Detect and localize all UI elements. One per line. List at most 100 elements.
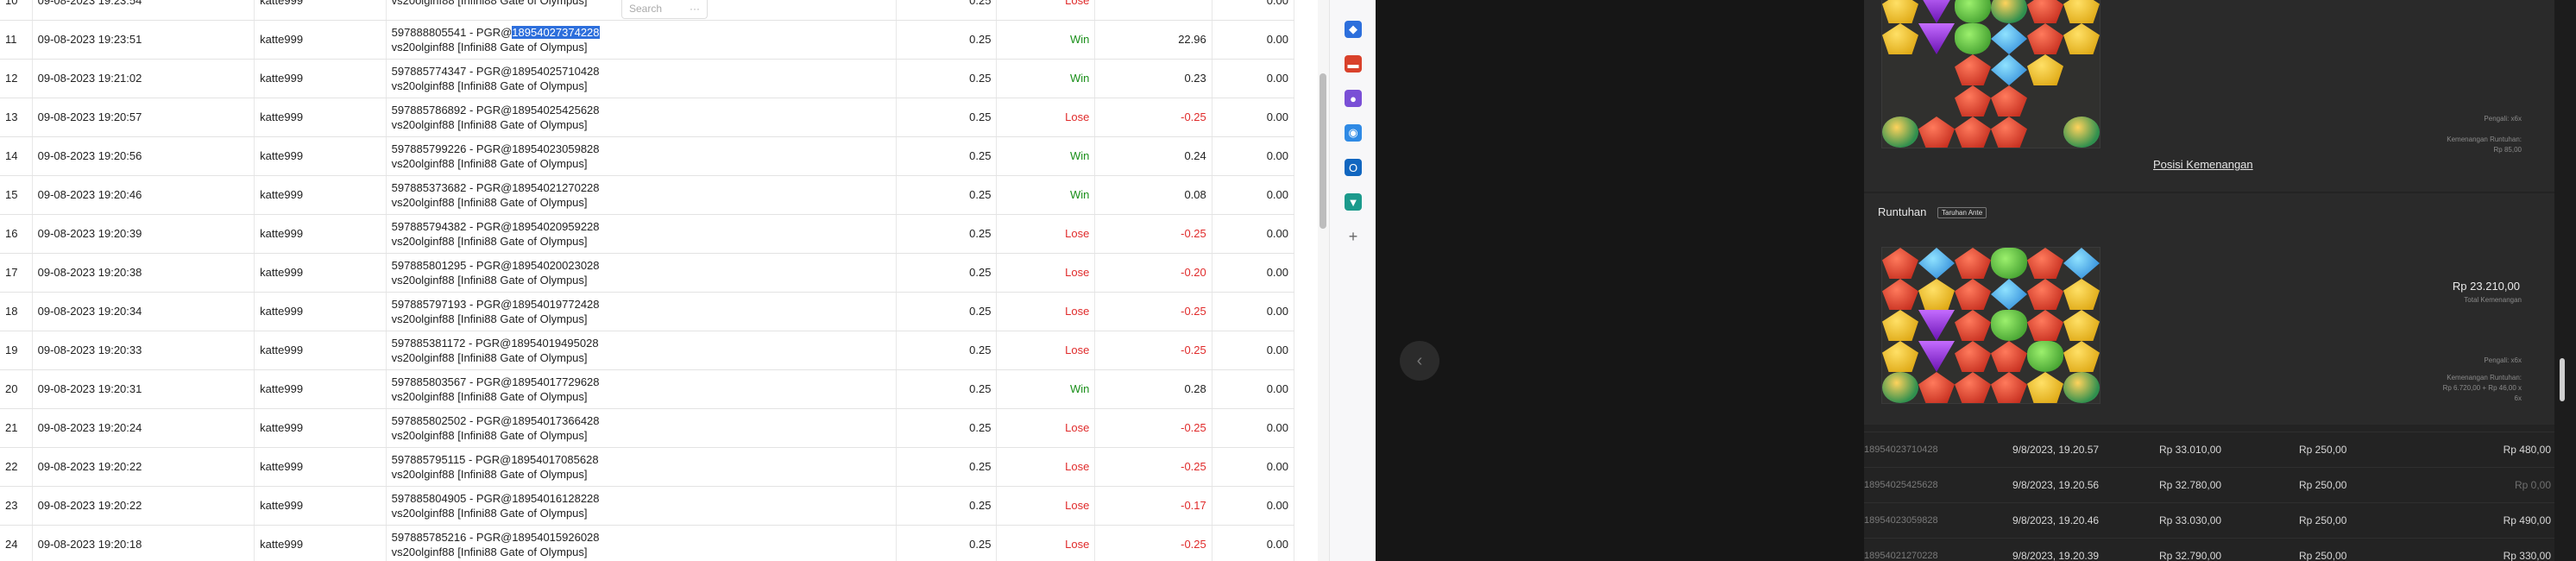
red-gem-icon [1882,279,1918,310]
table-row[interactable]: 20 09-08-2023 19:20:31 katte999 59788580356… [0,369,1295,409]
people-icon[interactable]: ● [1345,90,1362,107]
blue-gem-icon [1991,54,2027,85]
username: katte999 [254,98,387,137]
stake: 0.25 [896,408,998,448]
panel-scrollbar-thumb[interactable] [2560,358,2565,401]
jackpot-amount: 0.00 [1212,486,1295,526]
table-row[interactable]: 13 09-08-2023 19:20:57 katte999 59788578689… [0,98,1295,137]
table-row[interactable]: 21 09-08-2023 19:20:24 katte999 59788580250… [0,408,1295,448]
table-row[interactable]: 24 09-08-2023 19:20:18 katte999 59788578521… [0,525,1295,561]
round-id: 18954023710428 [1864,432,2012,468]
bet-description: 597885786892 - PGR@18954025425628 vs20olg… [386,98,898,137]
game-name: vs20olginf88 [Infini88 Gate of Olympus] [391,195,588,209]
bet-description: 597885785216 - PGR@18954015926028 vs20olg… [386,525,898,561]
table-row[interactable]: 23 09-08-2023 19:20:22 katte999 59788580490… [0,486,1295,526]
game-name: vs20olginf88 [Infini88 Gate of Olympus] [391,234,588,248]
table-row[interactable]: 19 09-08-2023 19:20:33 katte999 59788538117… [0,331,1295,370]
table-row[interactable]: 16 09-08-2023 19:20:39 katte999 59788579438… [0,214,1295,254]
game-name: vs20olginf88 [Infini88 Gate of Olympus] [391,389,588,403]
round-id-text: 597885799226 - PGR@18954023059828 [391,142,600,155]
red-gem-icon [2027,0,2063,23]
win-position-link[interactable]: Posisi Kemenangan [2153,158,2253,171]
round-id[interactable]: 597885801295 - PGR@18954020023028 [392,258,891,273]
username: katte999 [254,59,387,98]
search-popup[interactable]: Search ··· [621,0,708,19]
row-number: 20 [0,369,33,409]
round-row[interactable]: 18954023059828 9/8/2023, 19.20.46 Rp 33.03… [1864,502,2554,539]
row-number: 23 [0,486,33,526]
result-badge: Lose [996,253,1096,293]
round-row[interactable]: 18954023710428 9/8/2023, 19.20.57 Rp 33.01… [1864,432,2554,468]
username: katte999 [254,0,387,21]
round-id[interactable]: 597885785216 - PGR@18954015926028 [392,530,891,545]
row-number: 13 [0,98,33,137]
crown-gem-icon [1882,310,1918,341]
jackpot-amount: 0.00 [1212,331,1295,370]
table-row[interactable]: 14 09-08-2023 19:20:56 katte999 59788579922… [0,136,1295,176]
round-id[interactable]: 597885373682 - PGR@18954021270228 [392,180,891,195]
tag-icon[interactable]: ◆ [1345,21,1362,38]
empty-cell [2063,85,2100,117]
round-id-selected[interactable]: 18954027374228 [512,25,600,39]
round-id: 18954023059828 [1864,502,2012,539]
blue-gem-icon [1991,279,2027,310]
username: katte999 [254,369,387,409]
round-id[interactable]: 597885774347 - PGR@18954025710428 [392,64,891,79]
more-icon[interactable]: ··· [690,3,700,16]
copilot-icon[interactable]: ◉ [1345,124,1362,142]
purple-gem-icon [1918,341,1955,372]
cart-icon[interactable]: ▼ [1345,193,1362,211]
bet-datetime: 09-08-2023 19:21:02 [32,59,255,98]
round-id[interactable]: 597885794382 - PGR@18954020959228 [392,219,891,234]
game-name: vs20olginf88 [Infini88 Gate of Olympus] [391,40,588,54]
red-gem-icon [1882,248,1918,279]
round-id[interactable]: 597885799226 - PGR@18954023059828 [392,142,891,156]
win-amount: -0.25 [1094,292,1212,331]
round-id[interactable]: 597885795115 - PGR@18954017085628 [392,452,891,467]
vertical-scrollbar[interactable] [1318,0,1329,561]
bet-datetime: 09-08-2023 19:20:22 [32,447,255,487]
round-id[interactable]: 597885381172 - PGR@18954019495028 [392,336,891,350]
win-amount: -0.25 [1094,331,1212,370]
result-badge: Lose [996,292,1096,331]
username: katte999 [254,214,387,254]
round-id[interactable]: 597885804905 - PGR@18954016128228 [392,491,891,506]
table-row[interactable]: 22 09-08-2023 19:20:22 katte999 59788579511… [0,447,1295,487]
round-balance: Rp 33.030,00 [2159,502,2299,539]
empty-cell [2027,85,2063,117]
round-id[interactable]: 597888805541 - PGR@18954027374228 [392,25,891,40]
round-row[interactable]: 18954021270228 9/8/2023, 19.20.39 Rp 32.79… [1864,538,2554,561]
round-id[interactable]: 597885797193 - PGR@18954019772428 [392,297,891,312]
stake: 0.25 [896,331,998,370]
green-gem-icon [1955,0,1991,23]
round-id[interactable]: 597885802502 - PGR@18954017366428 [392,413,891,428]
crown-gem-icon [2063,279,2100,310]
toolbox-icon[interactable]: ▬ [1345,55,1362,72]
table-row[interactable]: 17 09-08-2023 19:20:38 katte999 59788580129… [0,253,1295,293]
table-row[interactable]: 15 09-08-2023 19:20:46 katte999 59788537368… [0,175,1295,215]
win-amount: 22.96 [1094,20,1212,60]
round-id[interactable]: 597885786892 - PGR@18954025425628 [392,103,891,117]
search-input[interactable]: Search [629,3,662,16]
round-detail-panel: Pengali: x6x Kemenangan Runtuhan: Rp 85,… [1864,0,2554,561]
win-amount [1094,0,1212,21]
round-time: 9/8/2023, 19.20.39 [2012,538,2159,561]
round-balance: Rp 33.010,00 [2159,432,2299,468]
green-gem-icon [2027,341,2063,372]
table-row[interactable]: 11 09-08-2023 19:23:51 katte999 59788880554… [0,20,1295,60]
table-row[interactable]: 12 09-08-2023 19:21:02 katte999 59788577434… [0,59,1295,98]
row-number: 12 [0,59,33,98]
round-id[interactable]: 597885803567 - PGR@18954017729628 [392,375,891,389]
table-row[interactable]: 18 09-08-2023 19:20:34 katte999 59788579719… [0,292,1295,331]
outlook-icon[interactable]: O [1345,159,1362,176]
red-gem-icon [1991,372,2027,403]
scrollbar-thumb[interactable] [1319,73,1326,229]
jackpot-amount: 0.00 [1212,136,1295,176]
win-amount: -0.17 [1094,486,1212,526]
orb-gem-icon [1991,0,2027,23]
round-win: Rp 330,00 [2454,538,2554,561]
round-row[interactable]: 18954025425628 9/8/2023, 19.20.56 Rp 32.78… [1864,467,2554,503]
bet-datetime: 09-08-2023 19:20:33 [32,331,255,370]
add-icon[interactable]: + [1345,228,1362,245]
prev-arrow-icon[interactable]: ‹ [1400,341,1439,381]
